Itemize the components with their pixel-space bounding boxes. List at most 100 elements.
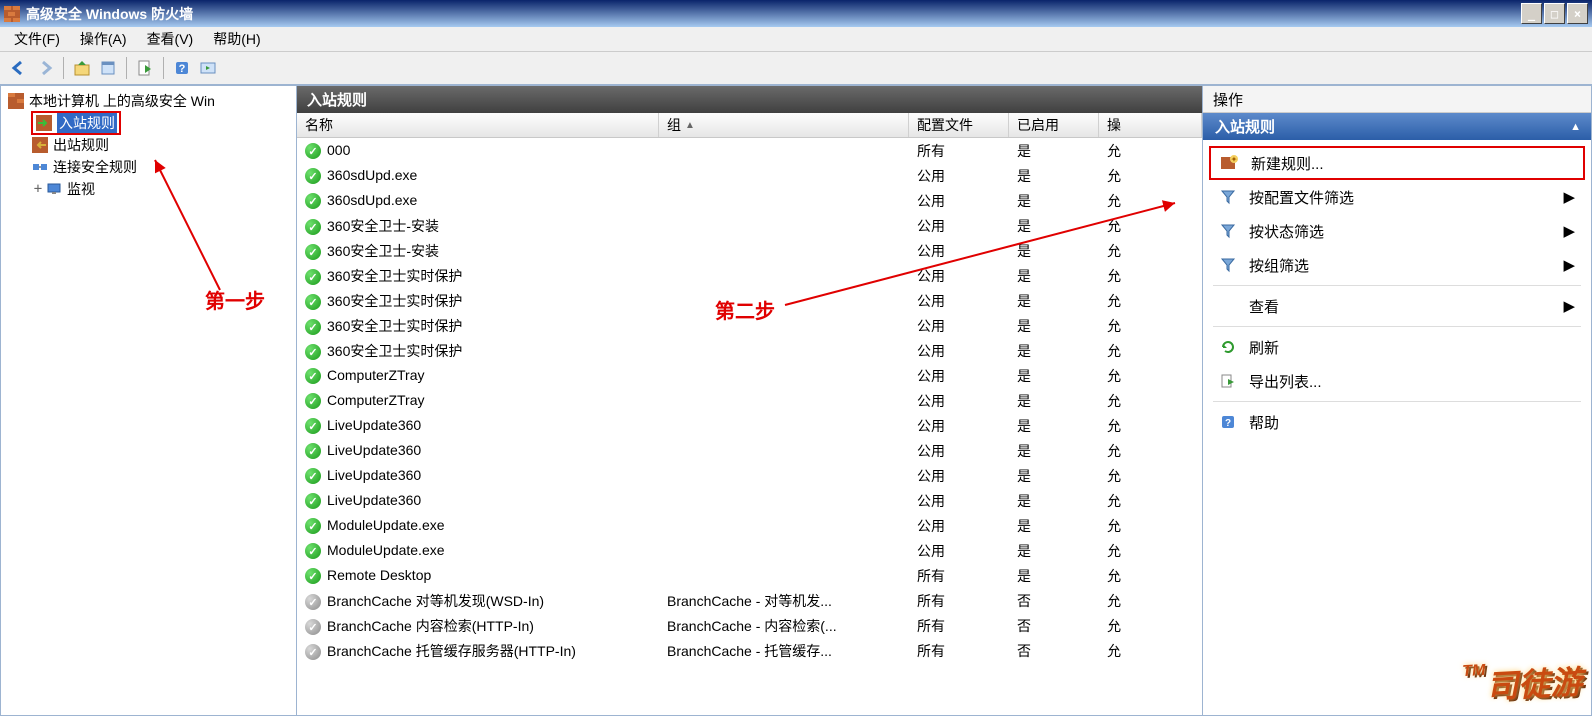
show-hide-button[interactable]: [195, 55, 221, 81]
rule-name: ✓360安全卫士实时保护: [297, 291, 659, 311]
menu-view[interactable]: 查看(V): [137, 26, 204, 52]
rule-action: 允: [1099, 216, 1202, 236]
action-filter-profile[interactable]: 按配置文件筛选 ▶: [1209, 180, 1585, 214]
status-icon: ✓: [305, 344, 321, 360]
status-icon: ✓: [305, 219, 321, 235]
rule-profile: 所有: [909, 591, 1009, 611]
minimize-button[interactable]: _: [1521, 3, 1542, 24]
rule-profile: 公用: [909, 191, 1009, 211]
action-help[interactable]: ? 帮助: [1209, 405, 1585, 439]
rule-profile: 公用: [909, 341, 1009, 361]
rule-group: BranchCache - 内容检索(...: [659, 616, 909, 636]
rule-row[interactable]: ✓Remote Desktop所有是允: [297, 563, 1202, 588]
rule-enabled: 是: [1009, 191, 1099, 211]
rule-row[interactable]: ✓ComputerZTray公用是允: [297, 388, 1202, 413]
rule-name: ✓ComputerZTray: [297, 392, 659, 410]
rule-row[interactable]: ✓000所有是允: [297, 138, 1202, 163]
rule-row[interactable]: ✓LiveUpdate360公用是允: [297, 463, 1202, 488]
menu-help[interactable]: 帮助(H): [203, 26, 270, 52]
rule-row[interactable]: ✓ModuleUpdate.exe公用是允: [297, 538, 1202, 563]
rule-row[interactable]: ✓360安全卫士实时保护公用是允: [297, 313, 1202, 338]
rule-row[interactable]: ✓360安全卫士实时保护公用是允: [297, 338, 1202, 363]
rule-name: ✓360sdUpd.exe: [297, 167, 659, 185]
refresh-icon: [1217, 338, 1239, 356]
col-enabled[interactable]: 已启用: [1009, 113, 1099, 137]
rule-row[interactable]: ✓ModuleUpdate.exe公用是允: [297, 513, 1202, 538]
rule-row[interactable]: ✓360sdUpd.exe公用是允: [297, 163, 1202, 188]
col-action[interactable]: 操: [1099, 113, 1202, 137]
rule-row[interactable]: ✓LiveUpdate360公用是允: [297, 413, 1202, 438]
status-icon: ✓: [305, 468, 321, 484]
tree-monitor-label: 监视: [67, 179, 95, 199]
status-icon: ✓: [305, 418, 321, 434]
nav-back-button[interactable]: [6, 55, 32, 81]
rule-action: 允: [1099, 466, 1202, 486]
rule-profile: 公用: [909, 291, 1009, 311]
nav-forward-button[interactable]: [32, 55, 58, 81]
status-icon: ✓: [305, 193, 321, 209]
rule-name: ✓BranchCache 托管缓存服务器(HTTP-In): [297, 641, 659, 661]
menu-action[interactable]: 操作(A): [70, 26, 137, 52]
rule-row[interactable]: ✓360安全卫士-安装公用是允: [297, 213, 1202, 238]
status-icon: ✓: [305, 294, 321, 310]
rule-enabled: 是: [1009, 541, 1099, 561]
col-profile[interactable]: 配置文件: [909, 113, 1009, 137]
rule-row[interactable]: ✓360安全卫士实时保护公用是允: [297, 263, 1202, 288]
expand-icon[interactable]: +: [31, 181, 45, 197]
rule-row[interactable]: ✓LiveUpdate360公用是允: [297, 488, 1202, 513]
rule-name: ✓LiveUpdate360: [297, 417, 659, 435]
outbound-icon: [31, 137, 49, 153]
action-export[interactable]: 导出列表...: [1209, 364, 1585, 398]
action-new-rule[interactable]: ✦ 新建规则...: [1209, 146, 1585, 180]
tree-root-label: 本地计算机 上的高级安全 Win: [29, 91, 215, 111]
rule-row[interactable]: ✓ComputerZTray公用是允: [297, 363, 1202, 388]
rule-enabled: 否: [1009, 616, 1099, 636]
tree-connection-security[interactable]: 连接安全规则: [1, 156, 296, 178]
rule-name: ✓BranchCache 对等机发现(WSD-In): [297, 591, 659, 611]
rule-profile: 公用: [909, 491, 1009, 511]
action-filter-state[interactable]: 按状态筛选 ▶: [1209, 214, 1585, 248]
properties-button[interactable]: [95, 55, 121, 81]
tree-monitor[interactable]: + 监视: [1, 178, 296, 200]
up-level-button[interactable]: [69, 55, 95, 81]
menu-file[interactable]: 文件(F): [4, 26, 70, 52]
rule-name: ✓LiveUpdate360: [297, 492, 659, 510]
close-button[interactable]: ×: [1567, 3, 1588, 24]
tree-outbound-rules[interactable]: 出站规则: [1, 134, 296, 156]
rule-name: ✓ModuleUpdate.exe: [297, 542, 659, 560]
rule-action: 允: [1099, 191, 1202, 211]
rule-action: 允: [1099, 166, 1202, 186]
svg-text:✦: ✦: [1231, 155, 1238, 164]
rule-enabled: 否: [1009, 641, 1099, 661]
rule-enabled: 是: [1009, 291, 1099, 311]
rule-row[interactable]: ✓360sdUpd.exe公用是允: [297, 188, 1202, 213]
status-icon: ✓: [305, 518, 321, 534]
rule-action: 允: [1099, 391, 1202, 411]
rule-row[interactable]: ✓360安全卫士实时保护公用是允: [297, 288, 1202, 313]
col-name[interactable]: 名称: [297, 113, 659, 137]
rule-row[interactable]: ✓BranchCache 托管缓存服务器(HTTP-In)BranchCache…: [297, 638, 1202, 663]
action-refresh[interactable]: 刷新: [1209, 330, 1585, 364]
rule-row[interactable]: ✓360安全卫士-安装公用是允: [297, 238, 1202, 263]
rule-action: 允: [1099, 516, 1202, 536]
status-icon: ✓: [305, 168, 321, 184]
action-filter-group[interactable]: 按组筛选 ▶: [1209, 248, 1585, 282]
maximize-button[interactable]: □: [1544, 3, 1565, 24]
action-view[interactable]: 查看 ▶: [1209, 289, 1585, 323]
status-icon: ✓: [305, 493, 321, 509]
rule-profile: 所有: [909, 641, 1009, 661]
rule-row[interactable]: ✓BranchCache 内容检索(HTTP-In)BranchCache - …: [297, 613, 1202, 638]
actions-band[interactable]: 入站规则 ▲: [1203, 113, 1591, 140]
divider: [1213, 326, 1581, 327]
tree-root[interactable]: 本地计算机 上的高级安全 Win: [1, 90, 296, 112]
col-group[interactable]: 组 ▲: [659, 113, 909, 137]
rule-row[interactable]: ✓LiveUpdate360公用是允: [297, 438, 1202, 463]
collapse-icon: ▲: [1570, 121, 1581, 133]
help-button[interactable]: ?: [169, 55, 195, 81]
rule-row[interactable]: ✓BranchCache 对等机发现(WSD-In)BranchCache - …: [297, 588, 1202, 613]
status-icon: ✓: [305, 644, 321, 660]
tree-connsec-label: 连接安全规则: [53, 157, 137, 177]
sort-indicator-icon: ▲: [685, 120, 695, 131]
tree-inbound-rules[interactable]: 入站规则: [1, 112, 296, 134]
export-button[interactable]: [132, 55, 158, 81]
